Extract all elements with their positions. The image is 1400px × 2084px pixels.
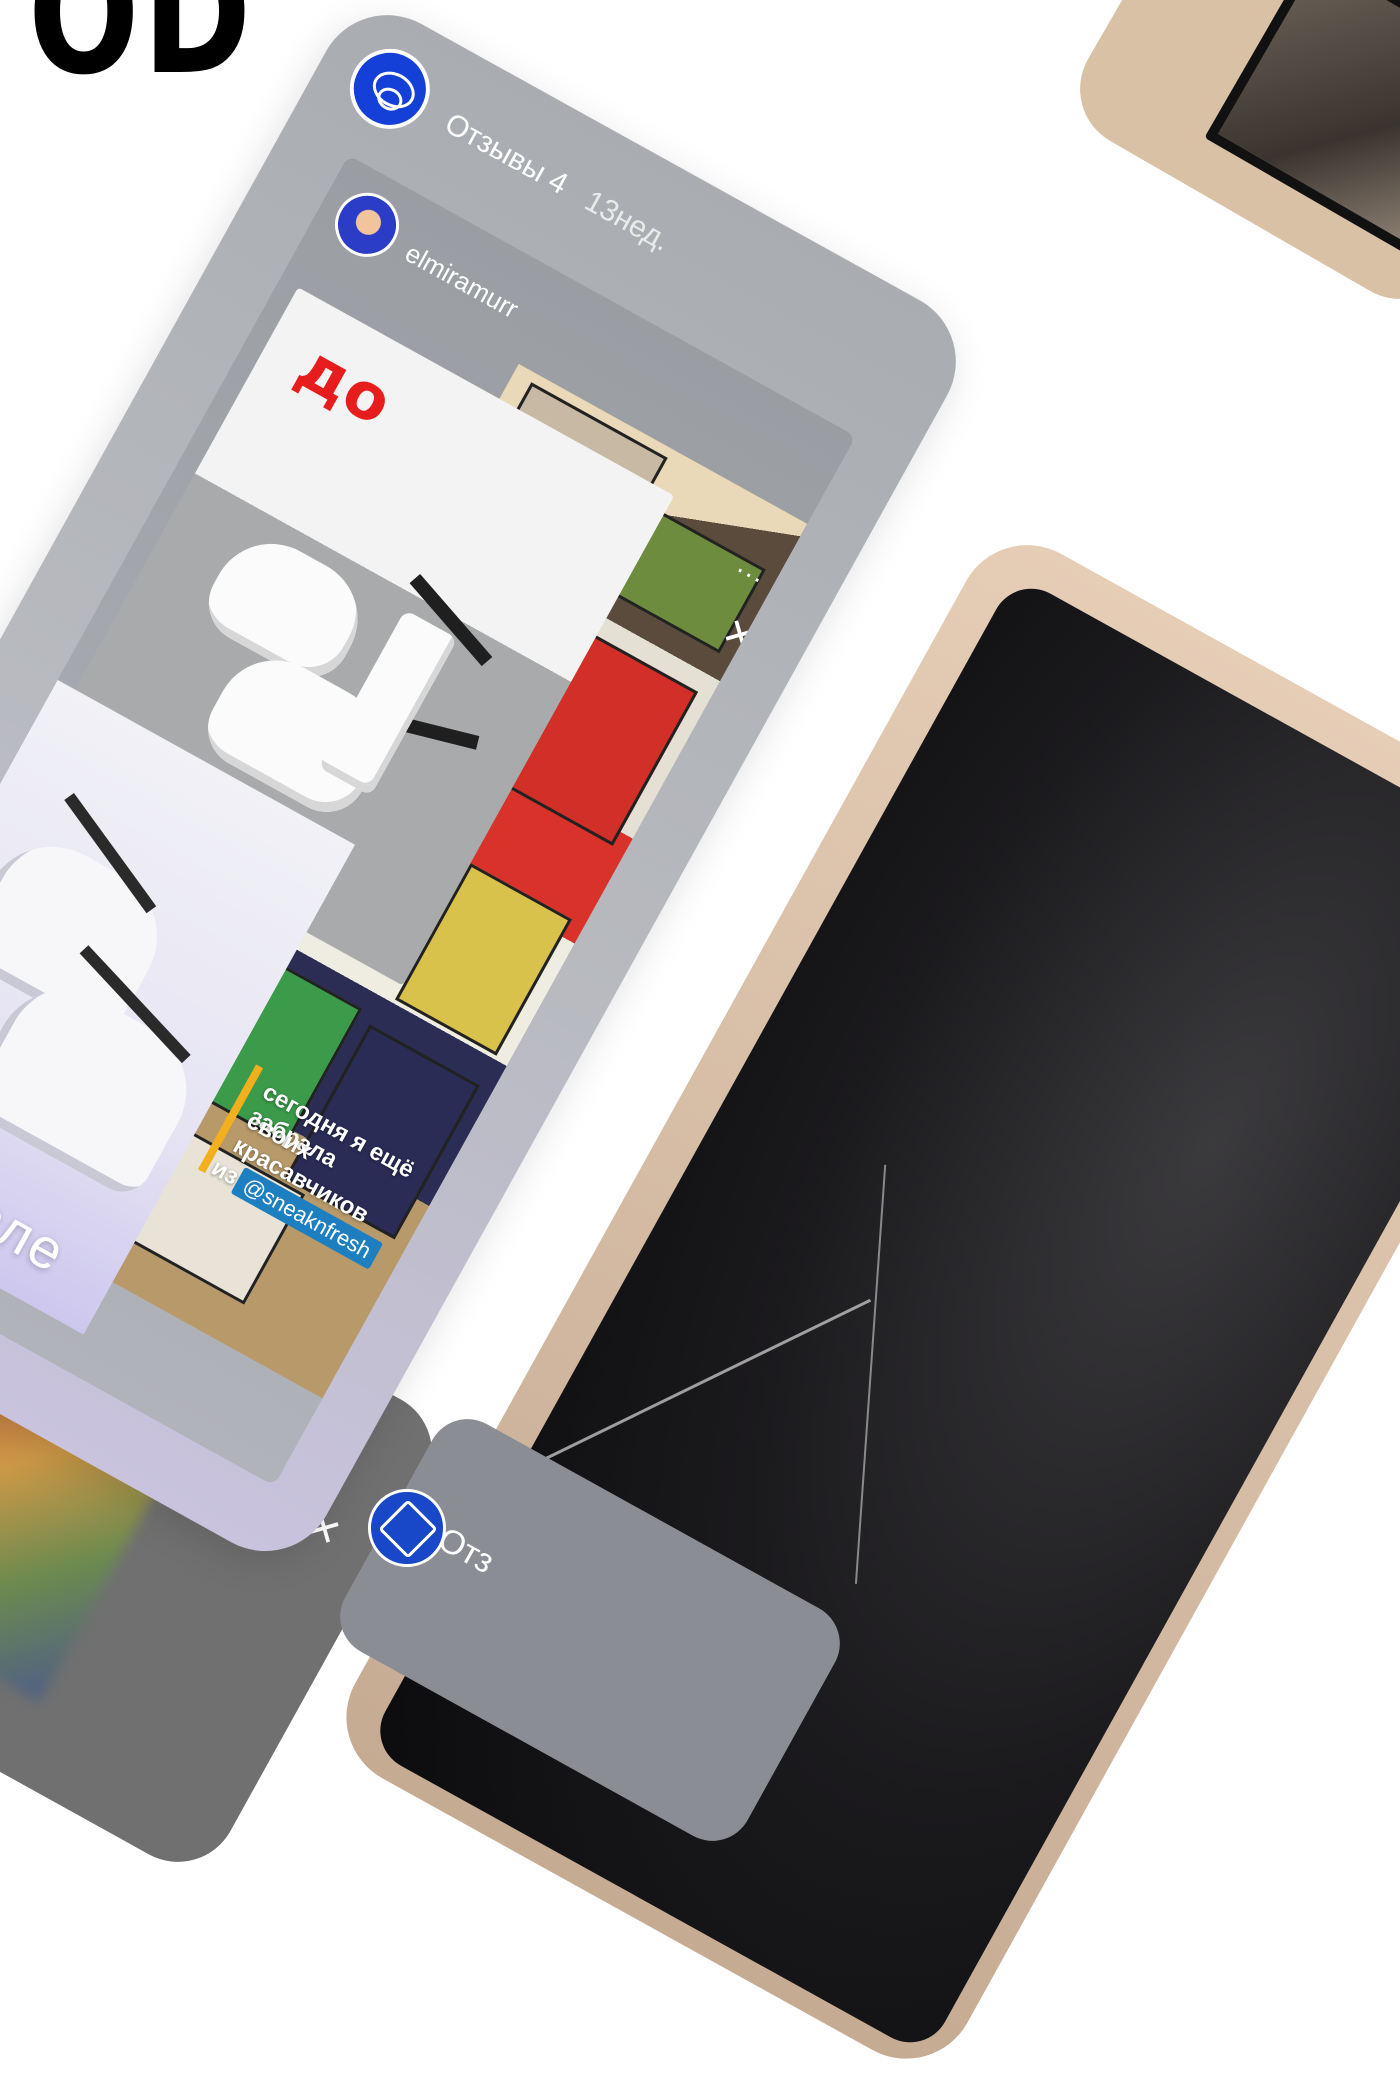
after-label: После [0, 1145, 77, 1285]
chat-bubble-icon [335, 34, 445, 144]
story-photo-thumbnail [1204, 0, 1400, 258]
username[interactable]: elmiramurr [400, 238, 523, 325]
story-title: Отзывы 4 [439, 106, 574, 202]
story-timestamp: 13нед. [579, 184, 676, 258]
before-label: до [284, 329, 405, 441]
page-heading: OD [28, 0, 255, 112]
avatar[interactable] [323, 181, 411, 269]
story-card-top-right[interactable] [1058, 0, 1400, 321]
